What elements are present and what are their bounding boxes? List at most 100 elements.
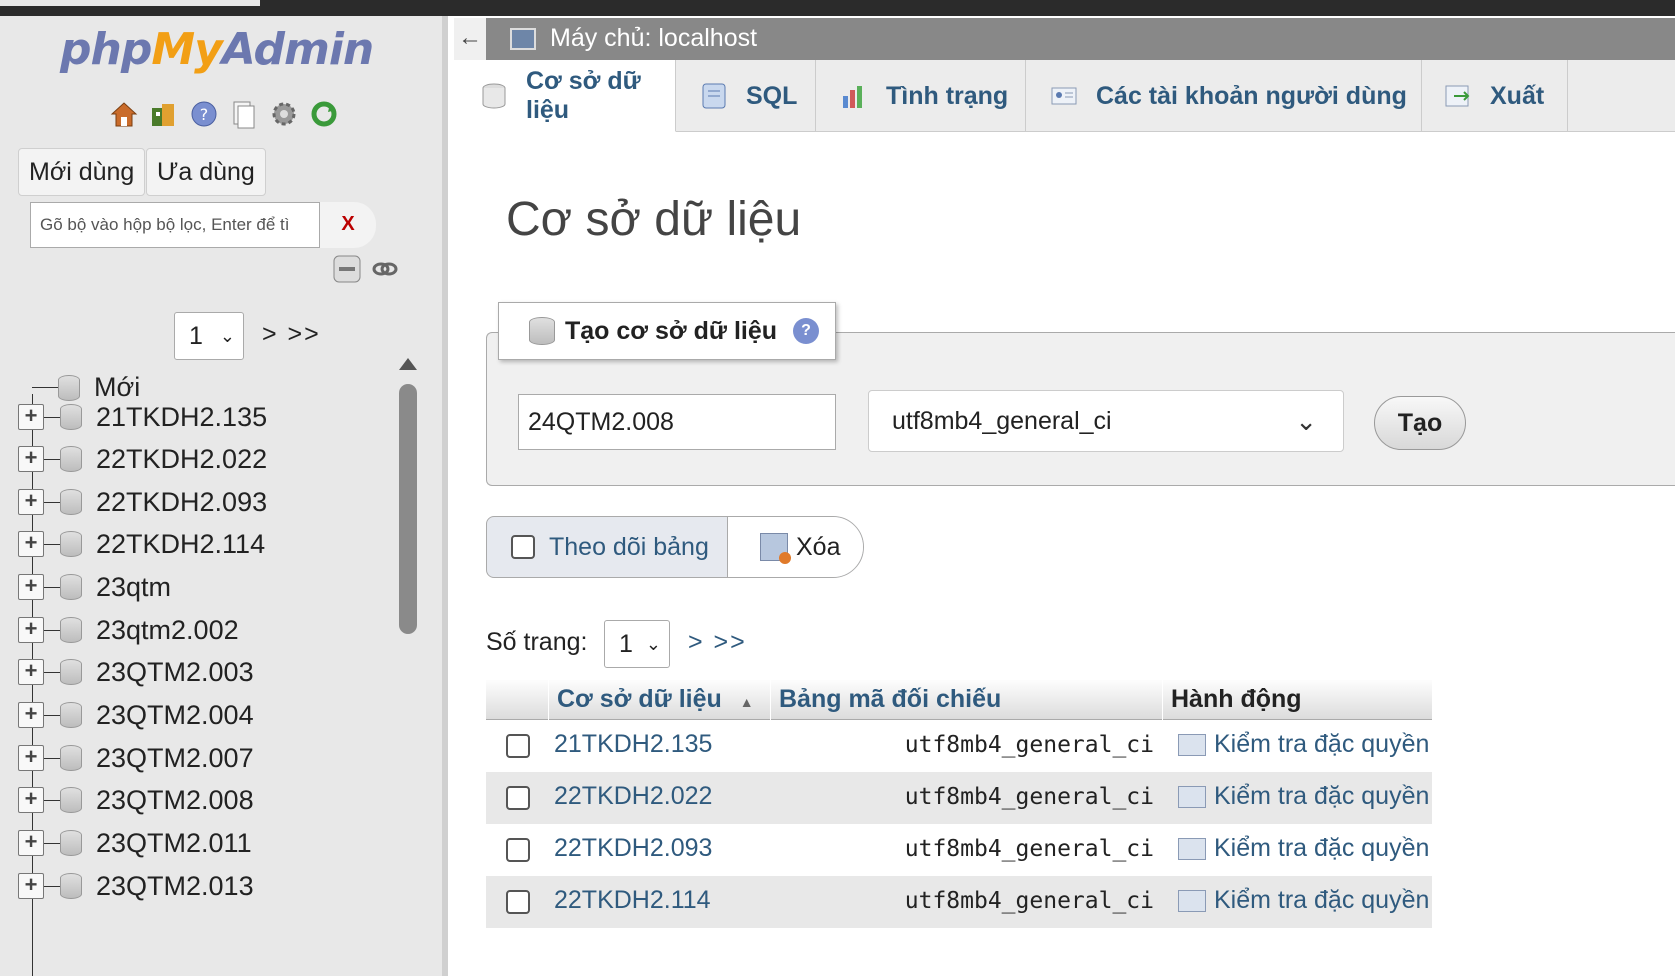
tree-item-db[interactable]: +23QTM2.013 xyxy=(18,865,254,907)
expand-icon[interactable]: + xyxy=(18,489,44,515)
expand-icon[interactable]: + xyxy=(18,446,44,472)
collapse-all-icon[interactable] xyxy=(332,254,362,289)
page-number-label: Số trang: xyxy=(486,628,588,656)
scrollbar-thumb[interactable] xyxy=(399,384,417,634)
table-row: 22TKDH2.093 utf8mb4_general_ci Kiểm tra … xyxy=(486,824,1432,876)
table-row: 22TKDH2.114 utf8mb4_general_ci Kiểm tra … xyxy=(486,876,1432,928)
database-icon xyxy=(60,745,82,771)
database-icon xyxy=(60,830,82,856)
filter-input[interactable]: Gõ bộ vào hộp bộ lọc, Enter để tì xyxy=(30,202,320,248)
chevron-down-icon: ⌄ xyxy=(1295,406,1317,436)
tab-databases[interactable]: Cơ sở dữ liệu xyxy=(454,60,676,132)
settings-icon[interactable] xyxy=(268,98,300,130)
track-table-toggle[interactable]: Theo dõi bảng xyxy=(487,517,727,577)
tree-item-db[interactable]: +22TKDH2.114 xyxy=(18,523,265,565)
privileges-icon xyxy=(1178,785,1206,808)
row-checkbox[interactable] xyxy=(506,838,530,862)
reload-icon[interactable] xyxy=(308,98,340,130)
tree-item-db[interactable]: +23QTM2.003 xyxy=(18,651,254,693)
documentation-icon[interactable] xyxy=(228,98,260,130)
column-header-action: Hành động xyxy=(1162,680,1432,720)
collation-select[interactable]: utf8mb4_general_ci ⌄ xyxy=(868,390,1344,452)
tree-item-db[interactable]: +23QTM2.008 xyxy=(18,779,254,821)
expand-icon[interactable]: + xyxy=(18,745,44,771)
action-buttons: Theo dõi bảng Xóa xyxy=(486,516,864,578)
expand-icon[interactable]: + xyxy=(18,617,44,643)
tab-user-accounts[interactable]: Các tài khoản người dùng xyxy=(1026,60,1422,132)
expand-icon[interactable]: + xyxy=(18,873,44,899)
check-privileges-link[interactable]: Kiểm tra đặc quyền xyxy=(1178,834,1429,863)
database-icon xyxy=(60,531,82,557)
tree-item-db[interactable]: +21TKDH2.135 xyxy=(18,396,267,438)
database-icon xyxy=(60,702,82,728)
main-panel: ← Máy chủ: localhost Cơ sở dữ liệu SQL T… xyxy=(454,16,1675,976)
privileges-icon xyxy=(1178,889,1206,912)
row-checkbox[interactable] xyxy=(506,734,530,758)
database-icon xyxy=(480,82,508,110)
tree-item-db[interactable]: +23QTM2.011 xyxy=(18,822,252,864)
sql-icon xyxy=(700,82,728,110)
server-icon xyxy=(510,28,536,50)
expand-icon[interactable]: + xyxy=(18,702,44,728)
database-link[interactable]: 22TKDH2.114 xyxy=(554,886,711,915)
tree-page-select[interactable]: 1 ⌄ xyxy=(174,312,244,360)
tree-item-db[interactable]: +23qtm xyxy=(18,566,171,608)
scroll-up-arrow-icon[interactable] xyxy=(399,358,417,370)
tree-item-db[interactable]: +23QTM2.004 xyxy=(18,694,254,736)
database-icon[interactable] xyxy=(148,98,180,130)
page-number-select[interactable]: 1 ⌄ xyxy=(604,620,670,668)
tree-item-db[interactable]: +22TKDH2.022 xyxy=(18,438,267,480)
column-header-collation[interactable]: Bảng mã đối chiếu xyxy=(770,680,1162,720)
collapse-sidebar-button[interactable]: ← xyxy=(454,18,486,60)
check-privileges-link[interactable]: Kiểm tra đặc quyền xyxy=(1178,730,1429,759)
check-privileges-link[interactable]: Kiểm tra đặc quyền xyxy=(1178,782,1429,811)
home-icon[interactable] xyxy=(108,98,140,130)
database-icon xyxy=(60,446,82,472)
expand-icon[interactable]: + xyxy=(18,659,44,685)
tree-item-db[interactable]: +23qtm2.002 xyxy=(18,609,239,651)
tree-item-db[interactable]: +23QTM2.007 xyxy=(18,737,254,779)
next-page-link[interactable]: > >> xyxy=(688,628,747,657)
column-header-database[interactable]: Cơ sở dữ liệu ▲ xyxy=(548,680,770,720)
database-icon xyxy=(60,659,82,685)
database-name-input[interactable]: 24QTM2.008 xyxy=(518,394,836,450)
favorites-button[interactable]: Ưa dùng xyxy=(146,148,266,196)
track-checkbox[interactable] xyxy=(511,535,535,559)
create-button[interactable]: Tạo xyxy=(1374,396,1466,450)
phpmyadmin-logo[interactable]: phpMyAdmin xyxy=(60,24,374,75)
tab-sql[interactable]: SQL xyxy=(676,60,816,132)
sidebar-scrollbar[interactable] xyxy=(392,356,422,972)
expand-icon[interactable]: + xyxy=(18,830,44,856)
expand-icon[interactable]: + xyxy=(18,787,44,813)
recent-button[interactable]: Mới dùng xyxy=(18,148,146,196)
help-icon[interactable]: ? xyxy=(188,98,220,130)
tree-next-page-link[interactable]: > >> xyxy=(262,320,321,349)
export-icon xyxy=(1444,82,1472,110)
database-link[interactable]: 22TKDH2.022 xyxy=(554,782,712,811)
server-breadcrumb[interactable]: Máy chủ: localhost xyxy=(550,24,757,53)
users-icon xyxy=(1050,82,1078,110)
row-checkbox[interactable] xyxy=(506,786,530,810)
expand-icon[interactable]: + xyxy=(18,404,44,430)
database-icon xyxy=(60,574,82,600)
filter-clear-button[interactable]: X xyxy=(320,202,376,248)
expand-icon[interactable]: + xyxy=(18,531,44,557)
check-privileges-link[interactable]: Kiểm tra đặc quyền xyxy=(1178,886,1429,915)
help-icon[interactable]: ? xyxy=(793,318,820,344)
link-icon[interactable] xyxy=(370,254,400,289)
tree-item-db[interactable]: +22TKDH2.093 xyxy=(18,481,267,523)
tree-controls xyxy=(332,254,400,289)
collation-cell: utf8mb4_general_ci xyxy=(904,784,1154,810)
tab-export[interactable]: Xuất xyxy=(1422,60,1568,132)
top-menu-tabs: Cơ sở dữ liệu SQL Tình trạng Các tài kho… xyxy=(454,60,1675,132)
database-link[interactable]: 22TKDH2.093 xyxy=(554,834,712,863)
database-link[interactable]: 21TKDH2.135 xyxy=(554,730,712,759)
page-title: Cơ sở dữ liệu xyxy=(506,193,802,246)
expand-icon[interactable]: + xyxy=(18,574,44,600)
server-breadcrumb-bar: ← Máy chủ: localhost xyxy=(454,18,1675,60)
delete-button[interactable]: Xóa xyxy=(727,517,863,577)
database-icon xyxy=(60,404,82,430)
tab-status[interactable]: Tình trạng xyxy=(816,60,1026,132)
nav-icons: ? xyxy=(108,98,340,130)
row-checkbox[interactable] xyxy=(506,890,530,914)
